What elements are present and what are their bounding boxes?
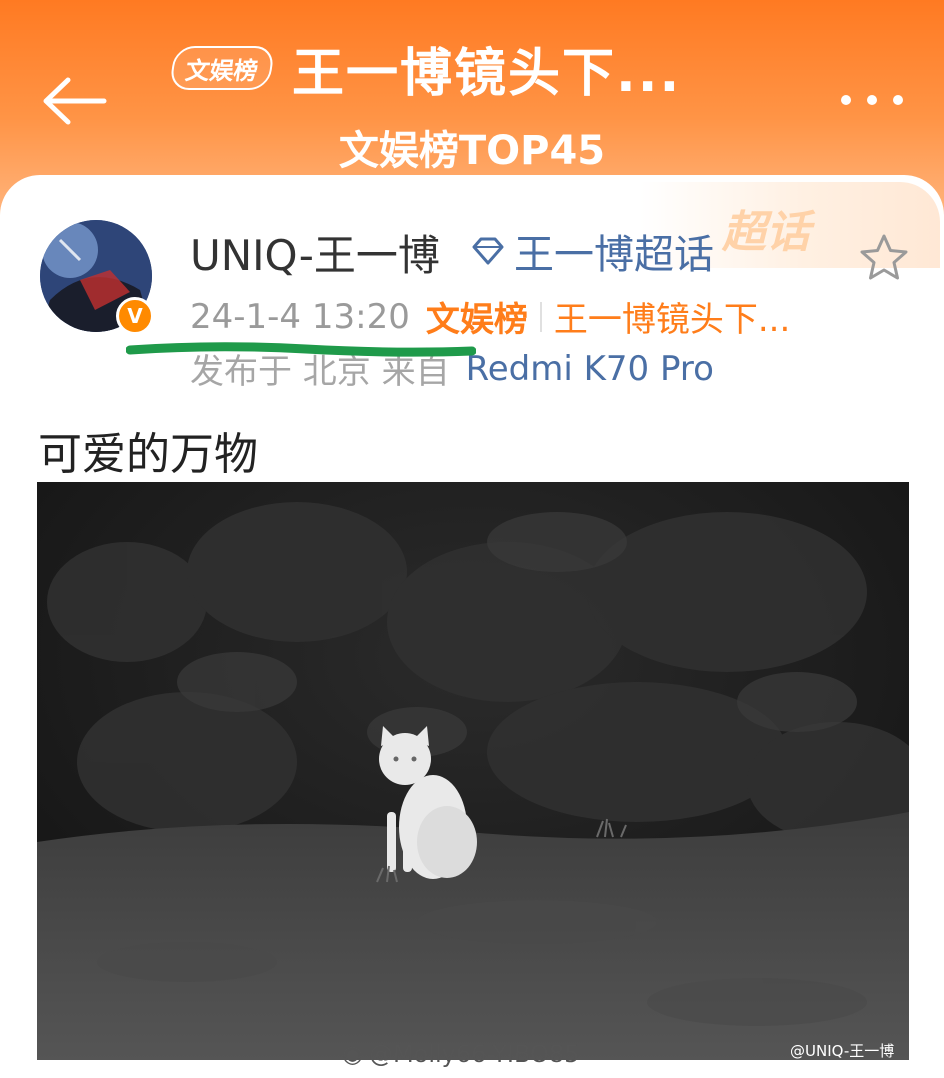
more-dots-icon bbox=[841, 95, 903, 105]
ranking-subtitle[interactable]: 文娱榜TOP45 bbox=[0, 118, 944, 176]
diamond-icon bbox=[472, 237, 504, 265]
page-title: 王一博镜头下... bbox=[292, 43, 682, 104]
cat-photo bbox=[37, 482, 909, 1060]
username[interactable]: UNIQ-王一博 bbox=[190, 222, 440, 283]
star-outline-icon bbox=[860, 234, 908, 280]
watermark-main-text: @Molly66-YIBO85 bbox=[368, 1040, 580, 1068]
weibo-logo-icon: ◉ bbox=[342, 1040, 363, 1068]
watermark-small: @UNIQ-王一博 bbox=[790, 1042, 895, 1060]
post-meta: 24-1-4 13:20 文娱榜 王一博镜头下... bbox=[190, 292, 790, 341]
verified-badge: V bbox=[116, 297, 154, 335]
green-scribble bbox=[126, 342, 476, 357]
post-time: 24-1-4 13:20 bbox=[190, 296, 410, 337]
topic-link[interactable]: 王一博镜头下... bbox=[554, 292, 790, 341]
supertopic-link[interactable]: 王一博超话 bbox=[470, 222, 714, 280]
post-photo[interactable] bbox=[37, 482, 909, 1060]
supertopic-deco-label: 超话 bbox=[722, 207, 810, 258]
supertopic-label: 王一博超话 bbox=[514, 232, 714, 278]
header-title-row: 文娱榜 王一博镜头下... bbox=[168, 32, 682, 104]
meta-divider bbox=[539, 301, 542, 332]
device-link[interactable]: Redmi K70 Pro bbox=[466, 349, 714, 389]
watermark-main: ◉ @Molly66-YIBO85 bbox=[342, 1040, 579, 1068]
more-button[interactable] bbox=[832, 80, 912, 120]
favorite-button[interactable] bbox=[858, 232, 910, 284]
ranking-tag[interactable]: 文娱榜 bbox=[426, 292, 528, 341]
category-tag[interactable]: 文娱榜 bbox=[168, 46, 276, 90]
post-text: 可爱的万物 bbox=[38, 429, 258, 480]
